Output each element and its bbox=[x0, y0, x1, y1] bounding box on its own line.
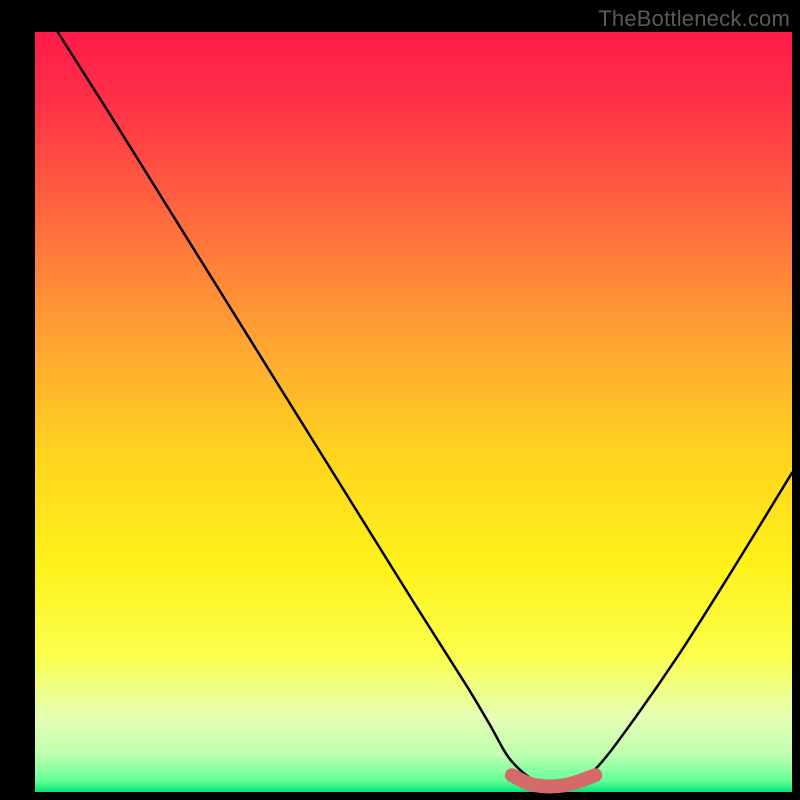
watermark-text: TheBottleneck.com bbox=[598, 6, 790, 32]
plot-background bbox=[35, 32, 792, 792]
chart-stage: TheBottleneck.com bbox=[0, 0, 800, 800]
chart-svg bbox=[0, 0, 800, 800]
